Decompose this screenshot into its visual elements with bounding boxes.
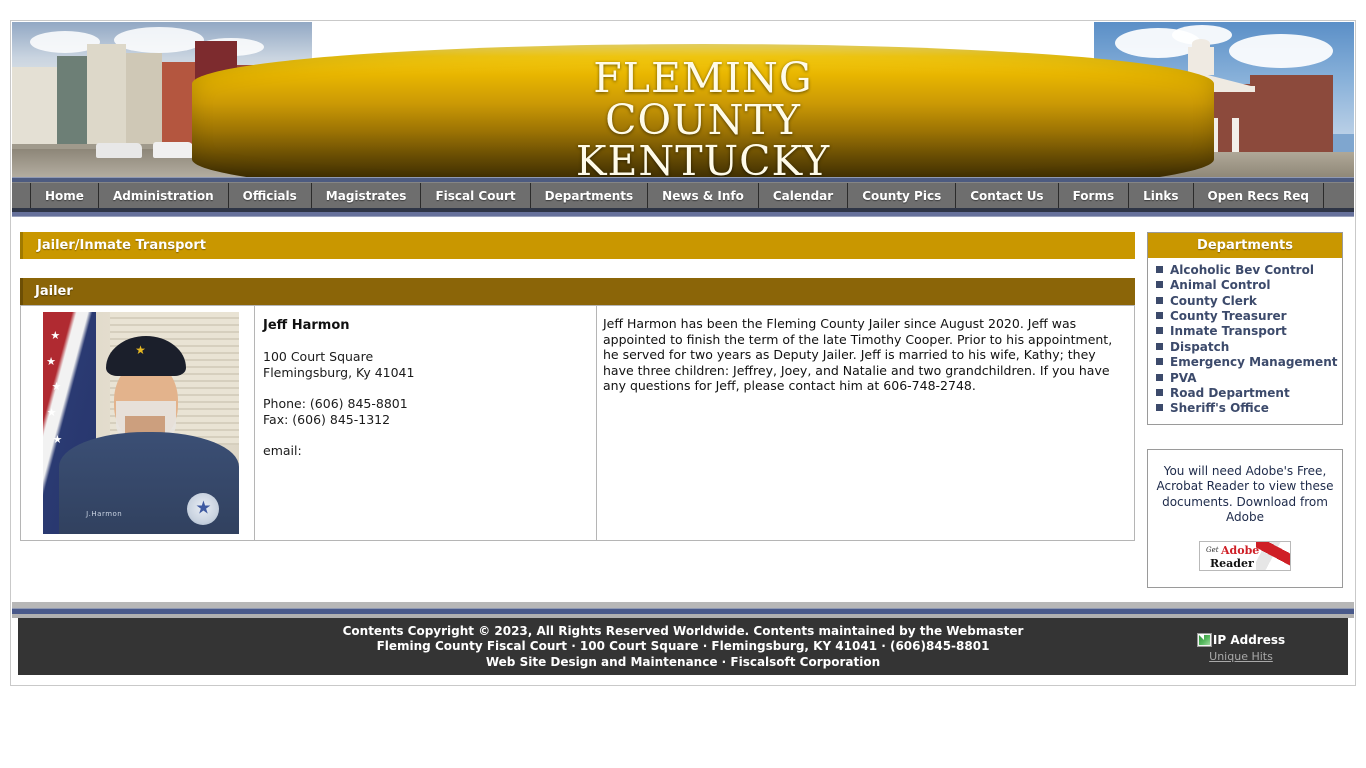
site-title: FLEMING COUNTY KENTUCKY xyxy=(575,53,831,177)
adobe-reader-label: Reader xyxy=(1210,556,1254,570)
dept-item-dispatch[interactable]: Dispatch xyxy=(1148,340,1342,355)
address-line-1: 100 Court Square xyxy=(263,349,374,364)
adobe-reader-panel: You will need Adobe's Free, Acrobat Read… xyxy=(1147,448,1343,588)
dept-item-county-clerk[interactable]: County Clerk xyxy=(1148,294,1342,309)
main-column: Jailer/Inmate Transport Jailer ★ ★ ★ ★ ★… xyxy=(20,232,1135,541)
nav-item-links[interactable]: Links xyxy=(1129,183,1194,208)
official-photo: ★ ★ ★ ★ ★ ★ ★ J.Harmon xyxy=(43,312,239,534)
table-row: ★ ★ ★ ★ ★ ★ ★ J.Harmon Jeff Harmon 100 C… xyxy=(20,305,1135,541)
site-footer: Contents Copyright © 2023, All Rights Re… xyxy=(18,618,1348,675)
nav-item-open-recs-req[interactable]: Open Recs Req xyxy=(1194,183,1324,208)
nav-item-contact-us[interactable]: Contact Us xyxy=(956,183,1059,208)
nav-item-departments[interactable]: Departments xyxy=(531,183,649,208)
departments-panel: Departments Alcoholic Bev Control Animal … xyxy=(1147,232,1343,425)
site-banner: FLEMING COUNTY KENTUCKY xyxy=(12,22,1354,177)
bullet-icon xyxy=(1156,312,1163,320)
official-phone-fax: Phone: (606) 845-8801 Fax: (606) 845-131… xyxy=(263,396,586,428)
bullet-icon xyxy=(1156,266,1163,273)
dept-item-pva[interactable]: PVA xyxy=(1148,371,1342,386)
dept-item-label: Sheriff's Office xyxy=(1170,401,1269,416)
departments-header: Departments xyxy=(1148,233,1342,258)
official-info-table: ★ ★ ★ ★ ★ ★ ★ J.Harmon Jeff Harmon 100 C… xyxy=(20,305,1135,541)
dept-item-label: Dispatch xyxy=(1170,339,1230,354)
nav-filler xyxy=(1324,183,1354,208)
nav-item-home[interactable]: Home xyxy=(30,183,99,208)
official-address: 100 Court Square Flemingsburg, Ky 41041 xyxy=(263,349,586,381)
section-title: Jailer xyxy=(20,278,1135,305)
nav-item-forms[interactable]: Forms xyxy=(1059,183,1130,208)
nav-bottom-rule-blue xyxy=(12,212,1354,217)
nav-item-administration[interactable]: Administration xyxy=(99,183,229,208)
dept-item-label: Inmate Transport xyxy=(1170,324,1287,339)
official-name: Jeff Harmon xyxy=(263,318,350,333)
dept-item-label: County Treasurer xyxy=(1170,309,1287,324)
ip-address-image: IP Address xyxy=(1196,633,1286,647)
bullet-icon xyxy=(1156,296,1163,304)
dept-item-inmate-transport[interactable]: Inmate Transport xyxy=(1148,324,1342,339)
bullet-icon xyxy=(1156,358,1163,366)
dept-item-emergency-management[interactable]: Emergency Management xyxy=(1148,355,1342,370)
banner-gold-plate: FLEMING COUNTY KENTUCKY xyxy=(192,44,1214,177)
official-bio-cell: Jeff Harmon has been the Fleming County … xyxy=(596,305,1135,541)
address-line-2: Flemingsburg, Ky 41041 xyxy=(263,365,415,380)
dept-item-label: County Clerk xyxy=(1170,293,1257,308)
dept-item-label: Road Department xyxy=(1170,385,1290,400)
official-biography: Jeff Harmon has been the Fleming County … xyxy=(603,316,1113,393)
nav-item-fiscal-court[interactable]: Fiscal Court xyxy=(421,183,531,208)
adobe-swoosh-icon xyxy=(1256,541,1290,570)
main-navigation: Home Administration Officials Magistrates Fi… xyxy=(12,177,1354,217)
dept-item-label: Alcoholic Bev Control xyxy=(1170,263,1314,277)
dept-item-sheriff-s-office[interactable]: Sheriff's Office xyxy=(1148,401,1342,416)
dept-item-label: Animal Control xyxy=(1170,278,1271,293)
bullet-icon xyxy=(1156,281,1163,289)
bullet-icon xyxy=(1156,388,1163,396)
adobe-brand-label: Adobe xyxy=(1221,543,1260,557)
email-label: email: xyxy=(263,443,302,458)
dept-item-county-treasurer[interactable]: County Treasurer xyxy=(1148,309,1342,324)
adobe-reader-text: You will need Adobe's Free, Acrobat Read… xyxy=(1156,463,1334,525)
nav-bar: Home Administration Officials Magistrates Fi… xyxy=(12,182,1354,208)
ip-address-alt-text: IP Address xyxy=(1212,633,1286,647)
get-adobe-reader-button[interactable]: Get Adobe Reader xyxy=(1199,540,1291,571)
dept-item-road-department[interactable]: Road Department xyxy=(1148,386,1342,401)
unique-hits-link[interactable]: Unique Hits xyxy=(1186,650,1296,663)
departments-list: Alcoholic Bev Control Animal Control Count… xyxy=(1148,258,1342,424)
page-title: Jailer/Inmate Transport xyxy=(20,232,1135,259)
nav-item-news-info[interactable]: News & Info xyxy=(648,183,759,208)
adobe-get-label: Get xyxy=(1206,545,1219,554)
bullet-icon xyxy=(1156,404,1163,412)
official-contact-cell: Jeff Harmon 100 Court Square Flemingsbur… xyxy=(254,305,597,541)
dept-item-label: Emergency Management xyxy=(1170,355,1338,370)
phone-number: Phone: (606) 845-8801 xyxy=(263,396,408,411)
nav-item-calendar[interactable]: Calendar xyxy=(759,183,849,208)
footer-copyright: Contents Copyright © 2023, All Rights Re… xyxy=(342,624,1024,669)
official-photo-cell: ★ ★ ★ ★ ★ ★ ★ J.Harmon xyxy=(20,305,255,541)
dept-item-animal-control[interactable]: Animal Control xyxy=(1148,278,1342,293)
fax-number: Fax: (606) 845-1312 xyxy=(263,412,391,427)
nav-item-officials[interactable]: Officials xyxy=(229,183,312,208)
bullet-icon xyxy=(1156,327,1163,335)
sidebar: Departments Alcoholic Bev Control Animal … xyxy=(1147,232,1343,588)
dept-item-label: PVA xyxy=(1170,370,1197,385)
footer-stats: IP Address Unique Hits xyxy=(1186,629,1296,663)
bullet-icon xyxy=(1156,342,1163,350)
content-area: Jailer/Inmate Transport Jailer ★ ★ ★ ★ ★… xyxy=(12,222,1354,602)
dept-item-alcoholic-bev-control[interactable]: Alcoholic Bev Control xyxy=(1148,263,1342,278)
bullet-icon xyxy=(1156,373,1163,381)
nav-item-county-pics[interactable]: County Pics xyxy=(848,183,957,208)
broken-image-icon xyxy=(1196,633,1212,647)
page-root: FLEMING COUNTY KENTUCKY Home Administrati… xyxy=(0,0,1366,768)
nav-item-magistrates[interactable]: Magistrates xyxy=(312,183,422,208)
